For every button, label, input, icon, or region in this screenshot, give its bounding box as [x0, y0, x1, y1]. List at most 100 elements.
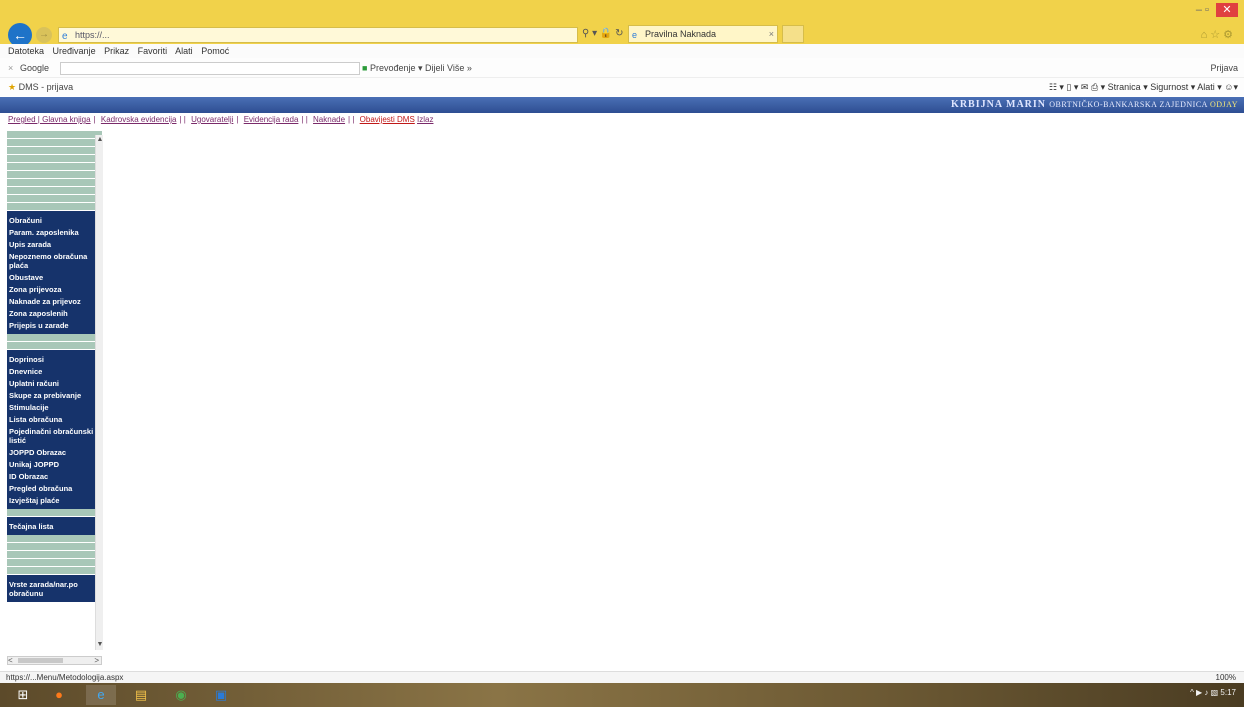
sidebar-item[interactable]: Prijepis u zarade: [9, 319, 102, 331]
forward-button[interactable]: →: [36, 27, 52, 43]
nav-link-highlight[interactable]: Obavijesti DMS: [360, 115, 415, 124]
sidebar-item[interactable]: Vrste zarada/nar.po obračunu: [9, 578, 102, 599]
nav-link[interactable]: Naknade: [313, 115, 345, 124]
google-signin[interactable]: Prijava: [1210, 58, 1238, 78]
sidebar-group-4: Vrste zarada/nar.po obračunu: [7, 575, 102, 602]
sidebar-vertical-scrollbar[interactable]: ▲ ▼: [95, 135, 103, 650]
scroll-thumb[interactable]: [18, 658, 63, 663]
menu-help[interactable]: Pomoć: [201, 46, 229, 56]
sidebar-item[interactable]: Izvještaj plaće: [9, 494, 102, 506]
org-name: OBRTNIČKO-BANKARSKA ZAJEDNICA ODJAY: [1049, 100, 1238, 109]
browser-tab[interactable]: e Pravilna Naknada ×: [628, 25, 778, 43]
close-toolbar-icon[interactable]: ×: [8, 58, 13, 78]
sidebar-item[interactable]: Upis zarada: [9, 238, 102, 250]
sidebar-spacer: [7, 342, 102, 350]
sidebar-item[interactable]: Lista obračuna: [9, 413, 102, 425]
sidebar-item[interactable]: Zona prijevoza: [9, 283, 102, 295]
sidebar-item[interactable]: Pregled obračuna: [9, 482, 102, 494]
sidebar-item[interactable]: Stimulacije: [9, 401, 102, 413]
sidebar-spacer: [7, 334, 102, 342]
google-tools[interactable]: ■ Prevođenje ▾ Dijeli Više »: [362, 58, 472, 78]
ie-taskbar-icon[interactable]: e: [86, 685, 116, 705]
system-tray[interactable]: ^ ▶ ♪ ▧ 5:17: [1190, 688, 1236, 697]
ie-icon: e: [62, 31, 68, 42]
window-controls: – ▫ ✕: [1196, 3, 1238, 17]
sidebar-spacer: [7, 163, 102, 171]
app-header: KRBIJNA MARIN OBRTNIČKO-BANKARSKA ZAJEDN…: [0, 97, 1244, 113]
nav-separator: |: [93, 115, 96, 124]
sidebar-item[interactable]: Pojedinačni obračunski listić: [9, 425, 102, 446]
scroll-left-icon[interactable]: <: [8, 656, 13, 665]
google-search-input[interactable]: [60, 62, 360, 75]
sidebar-group-3: Tečajna lista: [7, 517, 102, 535]
menu-edit[interactable]: Uređivanje: [53, 46, 96, 56]
google-tools-label: Prevođenje ▾ Dijeli Više »: [369, 63, 472, 73]
nav-link[interactable]: Ugovaratelji: [191, 115, 233, 124]
sidebar-horizontal-scrollbar[interactable]: < >: [7, 656, 102, 665]
nav-separator: |: [236, 115, 239, 124]
scroll-up-icon[interactable]: ▲: [96, 135, 104, 145]
menu-bar: Datoteka Uređivanje Prikaz Favoriti Alat…: [0, 44, 1244, 58]
firefox-icon[interactable]: ●: [44, 685, 74, 705]
minimize-button[interactable]: –: [1196, 4, 1202, 16]
address-tools[interactable]: ⚲ ▾ 🔒 ↻: [582, 28, 624, 39]
start-icon[interactable]: ⊞: [8, 685, 38, 705]
sidebar-item[interactable]: Zona zaposlenih: [9, 307, 102, 319]
scroll-right-icon[interactable]: >: [94, 657, 99, 665]
sidebar-spacer: [7, 559, 102, 567]
favorite-link[interactable]: ★ DMS - prijava: [8, 78, 73, 96]
tab-title: Pravilna Naknada: [645, 29, 717, 39]
user-name: KRBIJNA MARIN: [951, 99, 1046, 110]
sidebar-spacer: [7, 567, 102, 575]
menu-tools[interactable]: Alati: [175, 46, 193, 56]
sidebar-item[interactable]: Dnevnice: [9, 365, 102, 377]
new-tab-button[interactable]: [782, 25, 804, 43]
chrome-icon[interactable]: ◉: [166, 685, 196, 705]
google-toolbar: × Google ■ Prevođenje ▾ Dijeli Više » Pr…: [0, 58, 1244, 78]
sidebar-spacer: [7, 147, 102, 155]
outlook-icon[interactable]: ▣: [206, 685, 236, 705]
window-close-button[interactable]: ✕: [1216, 3, 1238, 17]
windows-taskbar: ⊞ ● e ▤ ◉ ▣ ^ ▶ ♪ ▧ 5:17: [0, 683, 1244, 707]
sidebar-item[interactable]: Nepoznemo obračuna plaća: [9, 250, 102, 271]
address-url: https://...: [75, 30, 110, 40]
sidebar-item[interactable]: Tečajna lista: [9, 520, 102, 532]
menu-file[interactable]: Datoteka: [8, 46, 44, 56]
sidebar-item[interactable]: Unikaj JOPPD: [9, 458, 102, 470]
translate-icon: ■: [362, 63, 368, 73]
sidebar-spacer: [7, 187, 102, 195]
sidebar-group-2: Doprinosi Dnevnice Uplatni računi Skupe …: [7, 350, 102, 509]
sidebar-spacer: [7, 543, 102, 551]
sidebar-spacer: [7, 179, 102, 187]
scroll-down-icon[interactable]: ▼: [96, 640, 104, 650]
sidebar-item[interactable]: Param. zaposlenika: [9, 226, 102, 238]
address-bar[interactable]: e https://...: [58, 27, 578, 43]
menu-favorites[interactable]: Favoriti: [138, 46, 168, 56]
nav-link[interactable]: Evidencija rada: [244, 115, 299, 124]
file-explorer-icon[interactable]: ▤: [126, 685, 156, 705]
fav-tools[interactable]: ☷ ▾ ▯ ▾ ✉ ⎙ ▾ Stranica ▾ Sigurnost ▾ Ala…: [1049, 78, 1238, 96]
zoom-level[interactable]: 100%: [1216, 672, 1236, 683]
status-url: https://...Menu/Metodologija.aspx: [6, 673, 124, 682]
star-icon: ★: [8, 82, 17, 92]
nav-link[interactable]: Pregled | Glavna knjiga: [8, 115, 91, 124]
toolbar-icons[interactable]: ⌂☆⚙: [1201, 28, 1236, 41]
sidebar-spacer: [7, 203, 102, 211]
menu-view[interactable]: Prikaz: [104, 46, 129, 56]
sidebar: Obračuni Param. zaposlenika Upis zarada …: [7, 131, 102, 661]
nav-separator: | |: [348, 115, 355, 124]
tab-close-icon[interactable]: ×: [769, 26, 774, 42]
sidebar-item[interactable]: JOPPD Obrazac: [9, 446, 102, 458]
sidebar-item[interactable]: Obustave: [9, 271, 102, 283]
sidebar-item[interactable]: Skupe za prebivanje: [9, 389, 102, 401]
sidebar-item[interactable]: ID Obrazac: [9, 470, 102, 482]
nav-link[interactable]: Kadrovska evidencija: [101, 115, 177, 124]
nav-link[interactable]: Izlaz: [417, 115, 433, 124]
maximize-button[interactable]: ▫: [1205, 4, 1209, 16]
sidebar-spacer: [7, 131, 102, 139]
app-nav: Pregled | Glavna knjiga | Kadrovska evide…: [0, 114, 1244, 126]
sidebar-item[interactable]: Naknade za prijevoz: [9, 295, 102, 307]
sidebar-item[interactable]: Uplatni računi: [9, 377, 102, 389]
sidebar-item[interactable]: Doprinosi: [9, 353, 102, 365]
sidebar-item[interactable]: Obračuni: [9, 214, 102, 226]
